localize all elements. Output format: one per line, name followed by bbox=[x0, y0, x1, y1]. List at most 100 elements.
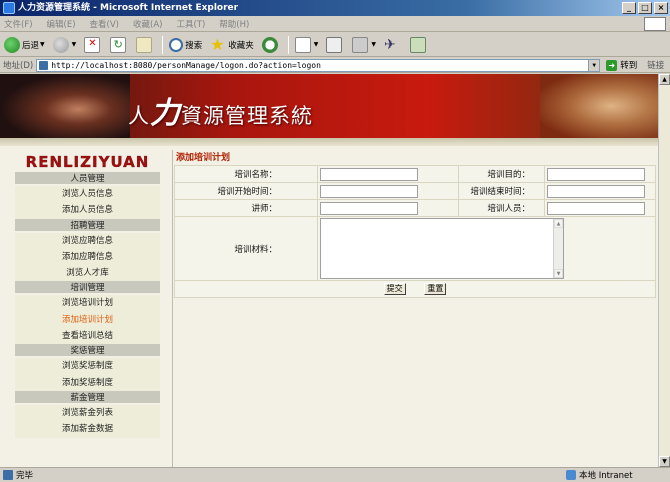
sidebar-item-browse-rewards[interactable]: 浏览奖惩制度 bbox=[15, 358, 160, 375]
banner-title-big: 力 bbox=[150, 96, 181, 131]
menu-edit[interactable]: 编辑(E) bbox=[47, 18, 76, 30]
start-time-label: 培训开始时间： bbox=[174, 182, 318, 200]
banner-photo-right bbox=[540, 74, 658, 138]
menu-bar: 文件(F) 编辑(E) 查看(V) 收藏(A) 工具(T) 帮助(H) bbox=[0, 16, 670, 32]
toolbar-separator bbox=[287, 35, 289, 54]
sidebar-item-training-summary[interactable]: 查看培训总结 bbox=[15, 328, 160, 345]
messenger-button[interactable]: ✈ bbox=[384, 37, 402, 53]
sidebar-item-add-training-plan[interactable]: 添加培训计划 bbox=[15, 311, 160, 329]
address-input[interactable]: http://localhost:8080/personManage/logon… bbox=[36, 58, 601, 72]
sidebar-item-browse-personnel[interactable]: 浏览人员信息 bbox=[15, 186, 160, 203]
header-banner: 人力資源管理系統 bbox=[0, 74, 658, 138]
sidebar-item-add-personnel[interactable]: 添加人员信息 bbox=[15, 202, 160, 219]
submit-button[interactable]: 提交 bbox=[383, 283, 406, 295]
scroll-down-icon[interactable]: ▼ bbox=[554, 269, 563, 278]
end-time-input[interactable] bbox=[547, 184, 645, 198]
reset-button[interactable]: 重置 bbox=[424, 283, 447, 295]
links-button[interactable]: 链接 bbox=[647, 59, 664, 71]
trainees-input[interactable] bbox=[547, 201, 645, 215]
research-button[interactable] bbox=[410, 36, 428, 53]
scroll-up-icon[interactable]: ▲ bbox=[659, 74, 670, 85]
research-icon bbox=[410, 36, 427, 53]
window-controls: _ □ × bbox=[622, 2, 668, 14]
messenger-icon: ✈ bbox=[384, 36, 396, 53]
start-time-input[interactable] bbox=[320, 184, 418, 198]
address-url: http://localhost:8080/personManage/logon… bbox=[51, 60, 321, 70]
stop-icon bbox=[84, 36, 101, 53]
teacher-cell bbox=[317, 199, 459, 217]
ie-icon bbox=[3, 2, 15, 14]
teacher-input[interactable] bbox=[320, 201, 418, 215]
banner-title-post: 資源管理系統 bbox=[181, 104, 313, 128]
training-name-label: 培训名称： bbox=[174, 165, 318, 183]
close-button[interactable]: × bbox=[654, 2, 668, 14]
go-arrow-icon: ➜ bbox=[606, 59, 618, 71]
training-purpose-input[interactable] bbox=[547, 167, 645, 181]
print-button[interactable] bbox=[326, 36, 344, 53]
mail-button[interactable]: ▼ bbox=[294, 36, 319, 53]
chevron-down-icon[interactable]: ▼ bbox=[72, 41, 77, 48]
windows-logo-icon bbox=[644, 17, 666, 31]
form-row: 培训名称： 培训目的： bbox=[174, 165, 656, 183]
banner-title: 人力資源管理系統 bbox=[128, 88, 313, 132]
training-purpose-cell bbox=[544, 165, 656, 183]
menu-view[interactable]: 查看(V) bbox=[90, 18, 119, 30]
training-purpose-label: 培训目的： bbox=[458, 165, 545, 183]
back-label: 后退 bbox=[22, 40, 40, 51]
sidebar-header-rewards: 奖惩管理 bbox=[15, 344, 160, 359]
back-button[interactable]: 后退 ▼ bbox=[4, 36, 45, 53]
training-plan-form: 添加培训计划 培训名称： 培训目的： 培训开始时间： 培训结束时间： 讲师： 培… bbox=[174, 152, 656, 298]
address-dropdown-icon[interactable]: ▼ bbox=[588, 59, 600, 71]
home-icon bbox=[136, 36, 153, 53]
form-row: 提交 重置 bbox=[174, 280, 656, 298]
scroll-down-icon[interactable]: ▼ bbox=[659, 456, 670, 467]
edit-icon bbox=[352, 36, 369, 53]
materials-textarea[interactable]: ▲ ▼ bbox=[320, 218, 564, 279]
sidebar-header-recruitment: 招聘管理 bbox=[15, 218, 160, 233]
search-button[interactable]: 搜索 bbox=[169, 37, 202, 52]
training-name-input[interactable] bbox=[320, 167, 418, 181]
menu-help[interactable]: 帮助(H) bbox=[219, 18, 249, 30]
sidebar-item-salary-list[interactable]: 浏览薪金列表 bbox=[15, 404, 160, 422]
menu-file[interactable]: 文件(F) bbox=[4, 18, 33, 30]
sidebar-item-add-rewards[interactable]: 添加奖惩制度 bbox=[15, 374, 160, 391]
sidebar-item-browse-training-plans[interactable]: 浏览培训计划 bbox=[15, 295, 160, 312]
menu-favorites[interactable]: 收藏(A) bbox=[133, 18, 162, 30]
home-button[interactable] bbox=[136, 36, 154, 53]
mail-icon bbox=[294, 36, 311, 53]
favorites-button[interactable]: ★ 收藏夹 bbox=[210, 36, 254, 53]
textarea-scrollbar[interactable]: ▲ ▼ bbox=[553, 219, 563, 278]
page-content: 人力資源管理系統 RENLIZIYUAN 人员管理 浏览人员信息 添加人员信息 … bbox=[0, 74, 658, 467]
scroll-up-icon[interactable]: ▲ bbox=[554, 219, 563, 228]
history-button[interactable] bbox=[261, 36, 280, 53]
stop-button[interactable] bbox=[84, 36, 102, 53]
forward-button[interactable]: ▼ bbox=[52, 36, 77, 53]
page-scrollbar[interactable]: ▲ ▼ bbox=[658, 74, 670, 467]
banner-strip bbox=[0, 138, 658, 146]
menu-tools[interactable]: 工具(T) bbox=[176, 18, 205, 30]
minimize-button[interactable]: _ bbox=[622, 2, 636, 14]
sidebar-item-talent-pool[interactable]: 浏览人才库 bbox=[15, 265, 160, 282]
materials-label: 培训材料： bbox=[174, 216, 318, 281]
printer-icon bbox=[326, 36, 343, 53]
form-row: 培训材料： ▲ ▼ bbox=[174, 216, 656, 281]
sidebar-item-add-application[interactable]: 添加应聘信息 bbox=[15, 248, 160, 266]
refresh-button[interactable]: ↻ bbox=[110, 36, 128, 53]
edit-button[interactable]: ▼ bbox=[352, 36, 376, 53]
toolbar: 后退 ▼ ▼ ↻ 搜索 ★ 收藏夹 ▼ ▼ ✈ bbox=[0, 33, 670, 57]
go-label: 转到 bbox=[620, 61, 638, 71]
chevron-down-icon[interactable]: ▼ bbox=[371, 41, 376, 48]
sidebar-item-browse-applications[interactable]: 浏览应聘信息 bbox=[15, 232, 160, 249]
go-button[interactable]: ➜ 转到 bbox=[606, 59, 637, 71]
window-title-bar: 人力资源管理系统 - Microsoft Internet Explorer _… bbox=[0, 0, 670, 16]
sidebar-item-add-salary[interactable]: 添加薪金数据 bbox=[15, 421, 160, 438]
form-row: 培训开始时间： 培训结束时间： bbox=[174, 182, 656, 200]
chevron-down-icon[interactable]: ▼ bbox=[40, 41, 45, 48]
form-title: 添加培训计划 bbox=[176, 153, 231, 163]
chevron-down-icon[interactable]: ▼ bbox=[314, 41, 319, 48]
back-arrow-icon bbox=[4, 36, 20, 53]
zone-text: 本地 Intranet bbox=[579, 471, 633, 481]
trainees-cell bbox=[544, 199, 656, 217]
maximize-button[interactable]: □ bbox=[638, 2, 652, 14]
history-icon bbox=[261, 36, 278, 53]
